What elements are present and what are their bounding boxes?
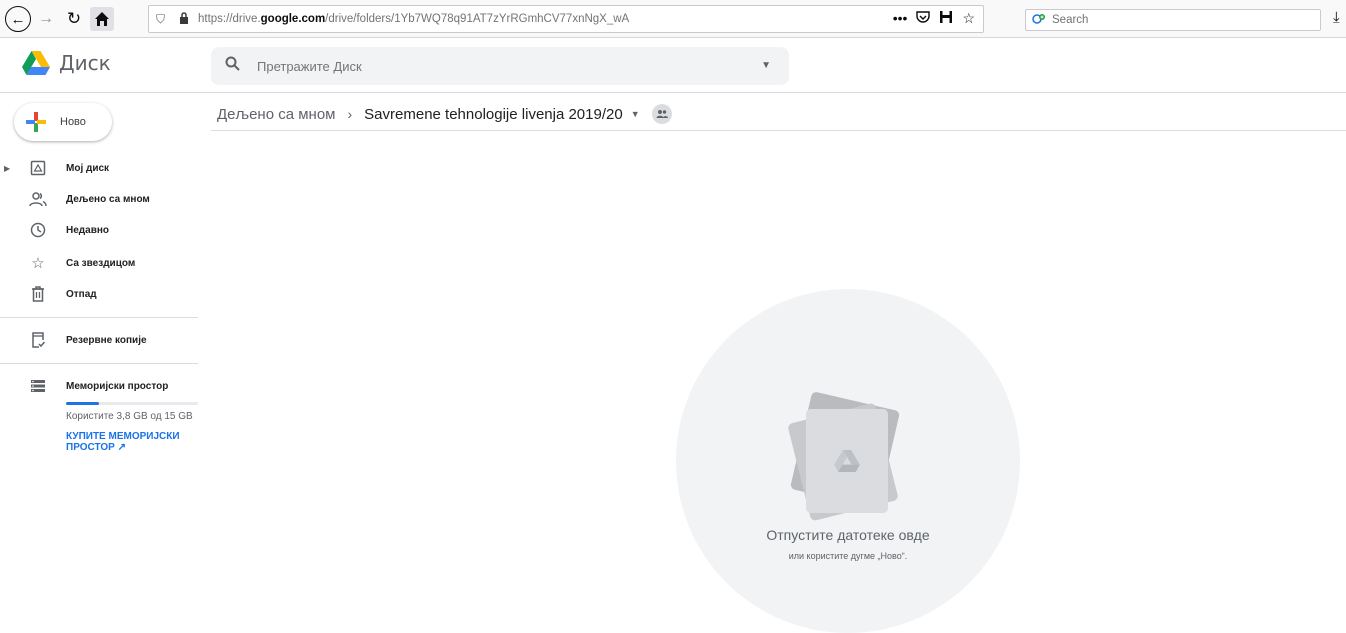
star-icon: ☆ [31,255,45,272]
download-button[interactable]: ⤓ [1333,9,1340,26]
sidebar-item-label: Отпад [66,288,97,300]
reload-icon: ↻ [66,9,82,28]
drive-file-icon [806,409,888,513]
sidebar-item-storage[interactable]: Меморијски простор [0,371,198,401]
browser-search-bar[interactable]: Search [1025,9,1321,31]
sidebar-item-my-drive[interactable]: ▶ Мој диск [0,153,198,183]
drop-zone-subtitle: или користите дугме „Ново“. [788,551,908,561]
buy-storage-link[interactable]: КУПИТЕ МЕМОРИЈСКИ ПРОСТОР ↗ [66,431,196,453]
breadcrumb: Дељено са мном › Savremene tehnologije l… [217,100,672,128]
sidebar-item-shared[interactable]: Дељено са мном [0,184,198,214]
sidebar-item-label: Са звездицом [66,257,136,269]
forward-arrow-icon: → [38,10,54,27]
save-icon[interactable] [939,10,953,27]
chevron-right-icon: › [347,106,353,122]
page-actions-button[interactable]: ••• [893,10,908,27]
drive-logo-icon [22,51,50,75]
clock-icon [28,220,48,240]
storage-usage-bar [66,402,198,405]
browser-toolbar: ← → ↻ ⛉ https://drive.google.com/drive/f… [0,0,1346,38]
sidebar-item-trash[interactable]: Отпад [0,279,198,309]
home-button[interactable] [90,7,114,31]
trash-icon [28,284,48,304]
backup-device-icon [28,330,48,350]
drive-search-box[interactable]: ▼ [211,47,789,85]
new-button-label: Ново [60,116,86,128]
sidebar-item-label: Резервне копије [66,334,147,346]
back-button[interactable]: ← [5,6,31,32]
drive-search-input[interactable] [257,58,717,74]
reload-button[interactable]: ↻ [62,7,86,31]
storage-usage-fill [66,402,99,405]
sidebar-item-label: Мој диск [66,162,110,174]
forward-button[interactable]: → [34,7,58,31]
bookmark-star-icon[interactable]: ☆ [962,10,975,27]
home-icon [95,12,109,26]
address-bar[interactable]: ⛉ https://drive.google.com/drive/folders… [148,5,984,33]
tracking-shield-icon[interactable]: ⛉ [156,12,170,27]
search-options-dropdown-icon[interactable]: ▼ [761,60,771,71]
url-text: https://drive.google.com/drive/folders/1… [198,13,630,25]
drive-logo[interactable]: Диск [22,51,111,75]
plus-icon [26,112,46,132]
storage-usage-text: Користите 3,8 GB од 15 GB [66,411,193,422]
sidebar-item-recent[interactable]: Недавно [0,215,198,245]
url-actions: ••• ☆ [893,10,975,27]
storage-icon [28,376,48,396]
drive-header: Диск ▼ [0,39,1346,93]
browser-search-placeholder: Search [1052,14,1089,26]
drop-zone-title: Отпустите датотеке овде [766,527,930,543]
new-button[interactable]: Ново [14,103,112,141]
back-arrow-icon: ← [10,10,26,28]
shared-people-icon [28,189,48,209]
sidebar-item-label: Недавно [66,224,109,236]
sidebar-item-starred[interactable]: ☆ Са звездицом [0,248,198,278]
lock-icon[interactable] [179,11,191,27]
folder-menu-dropdown-icon[interactable]: ▼ [631,109,640,119]
breadcrumb-current-folder[interactable]: Savremene tehnologije livenja 2019/20 [364,106,623,123]
my-drive-icon [28,158,48,178]
search-engine-icon [1032,13,1046,28]
pocket-icon[interactable] [916,10,931,27]
sidebar-item-backups[interactable]: Резервне копије [0,325,198,355]
main-divider [211,130,1346,131]
shared-folder-icon [651,104,672,124]
external-link-icon: ↗ [117,442,126,453]
sidebar-divider [0,363,198,364]
download-icon: ⤓ [1333,9,1340,26]
sidebar-item-label: Меморијски простор [66,380,169,392]
drive-logo-text: Диск [59,51,111,75]
breadcrumb-shared[interactable]: Дељено са мном [217,106,336,123]
sidebar-item-label: Дељено са мном [66,193,150,205]
expand-caret-icon[interactable]: ▶ [4,164,10,173]
search-icon[interactable] [225,56,245,76]
sidebar-divider [0,317,198,318]
